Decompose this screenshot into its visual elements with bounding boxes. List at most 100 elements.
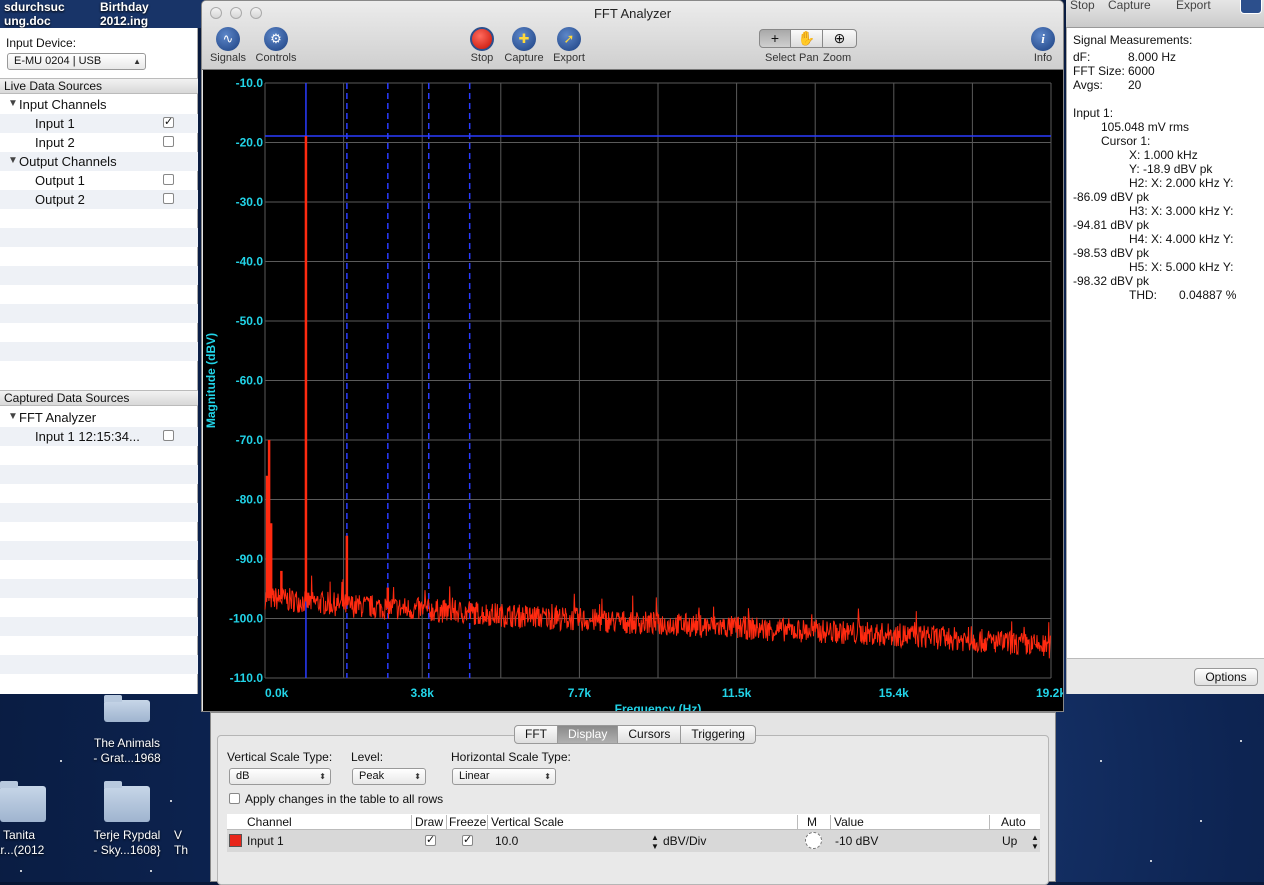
col-value[interactable]: Value bbox=[834, 815, 864, 829]
input-label: Input 1: bbox=[1073, 106, 1114, 120]
zoom-tool-button[interactable]: ⊕ bbox=[823, 29, 857, 48]
col-freeze[interactable]: Freeze bbox=[449, 815, 486, 829]
tab-fft[interactable]: FFT bbox=[514, 725, 558, 744]
value-field[interactable]: -10 dBV bbox=[835, 834, 878, 848]
output-2-checkbox[interactable] bbox=[163, 193, 174, 204]
y-tick-label: -40.0 bbox=[236, 255, 264, 269]
vertical-scale-type-select[interactable]: dB ⬍ bbox=[229, 768, 331, 785]
export-label[interactable]: Export bbox=[1176, 0, 1211, 12]
sliders-icon: ⚙ bbox=[264, 27, 288, 51]
output-1-checkbox[interactable] bbox=[163, 174, 174, 185]
desktop-icon-line: Tanita bbox=[2, 828, 36, 842]
apply-all-rows-checkbox[interactable] bbox=[229, 793, 240, 804]
select-label: Select bbox=[765, 52, 796, 64]
desktop-star bbox=[60, 760, 62, 762]
desktop-file-label[interactable]: sdurchsuc bbox=[4, 0, 65, 14]
input-2-checkbox[interactable] bbox=[163, 136, 174, 147]
captured-item-label: Input 1 12:15:34... bbox=[35, 429, 140, 444]
desktop-icon-label[interactable]: V Th bbox=[174, 828, 214, 858]
drawer-content bbox=[217, 735, 1049, 885]
desktop-file-label[interactable]: Birthday bbox=[100, 0, 149, 14]
list-row[interactable]: ▼ FFT Analyzer bbox=[0, 408, 198, 427]
channel-color-swatch[interactable] bbox=[229, 834, 242, 847]
folder-icon[interactable] bbox=[104, 695, 150, 722]
hand-icon: ✋ bbox=[797, 30, 816, 46]
input-1-checkbox[interactable]: ✓ bbox=[163, 117, 174, 128]
list-row[interactable]: Input 1 ✓ bbox=[0, 114, 198, 133]
empty-row bbox=[0, 541, 198, 560]
col-draw[interactable]: Draw bbox=[415, 815, 443, 829]
col-m[interactable]: M bbox=[807, 815, 817, 829]
disclosure-triangle-icon[interactable]: ▼ bbox=[8, 98, 18, 109]
info-label: Info bbox=[1033, 52, 1053, 64]
tab-display[interactable]: Display bbox=[558, 725, 619, 744]
y-tick-label: -20.0 bbox=[236, 136, 264, 150]
desktop-icon-line: - Grat...1968 bbox=[93, 751, 161, 765]
select-arrows-icon: ⬍ bbox=[544, 772, 551, 781]
info-button[interactable]: i Info bbox=[1013, 27, 1063, 64]
signals-icon[interactable] bbox=[1240, 0, 1262, 14]
empty-row bbox=[0, 484, 198, 503]
df-value: 8.000 Hz bbox=[1128, 50, 1177, 64]
desktop-icon-label[interactable]: Terje Rypdal - Sky...1608} bbox=[82, 828, 172, 858]
fft-chart[interactable]: -10.0 -20.0 -30.0 -40.0 -50.0 -60.0 -70.0 -80.0… bbox=[203, 70, 1064, 712]
horizontal-scale-type-select[interactable]: Linear ⬍ bbox=[452, 768, 556, 785]
table-row[interactable]: Input 1 ✓ ✓ 10.0 ▲ ▼ dBV/Div -10 dBV Up ▲… bbox=[227, 830, 1040, 852]
empty-row bbox=[0, 323, 198, 342]
list-row[interactable]: Input 2 bbox=[0, 133, 198, 152]
df-label: dF: bbox=[1073, 50, 1091, 64]
fft-plot-area[interactable]: -10.0 -20.0 -30.0 -40.0 -50.0 -60.0 -70.0 -80.0… bbox=[203, 70, 1064, 712]
auto-select[interactable]: Up bbox=[1002, 834, 1017, 848]
x-tick-label: 19.2k bbox=[1036, 686, 1064, 700]
empty-row bbox=[0, 465, 198, 484]
col-channel[interactable]: Channel bbox=[247, 815, 292, 829]
x-axis-label: Frequency (Hz) bbox=[615, 702, 702, 712]
stepper-arrows-icon[interactable]: ▲ ▼ bbox=[1031, 833, 1039, 851]
h3-value: -94.81 dBV pk bbox=[1073, 218, 1150, 232]
h5-line: H5: X: 5.000 kHz Y: bbox=[1129, 260, 1234, 274]
output-1-label: Output 1 bbox=[35, 173, 85, 188]
draw-checkbox[interactable]: ✓ bbox=[425, 835, 436, 846]
export-label: Export bbox=[553, 52, 585, 64]
desktop-icon-label[interactable]: Tanita ar...(2012 bbox=[0, 828, 64, 858]
pan-tool-button[interactable]: ✋ bbox=[791, 29, 823, 48]
x-tick-label: 15.4k bbox=[879, 686, 909, 700]
col-vertical-scale[interactable]: Vertical Scale bbox=[491, 815, 564, 829]
vertical-scale-value[interactable]: 10.0 bbox=[495, 834, 518, 848]
empty-row bbox=[0, 304, 198, 323]
y-tick-label: -90.0 bbox=[236, 552, 264, 566]
stepper-arrows-icon[interactable]: ▲ ▼ bbox=[651, 833, 659, 851]
horizontal-scale-type-value: Linear bbox=[459, 770, 490, 782]
list-row[interactable]: Output 2 bbox=[0, 190, 198, 209]
col-auto[interactable]: Auto bbox=[1001, 815, 1026, 829]
h2-line: H2: X: 2.000 kHz Y: bbox=[1129, 176, 1234, 190]
captured-item-checkbox[interactable] bbox=[163, 430, 174, 441]
knob-icon[interactable] bbox=[805, 832, 822, 849]
desktop-icon-label[interactable]: The Animals - Grat...1968 bbox=[82, 736, 172, 766]
folder-icon[interactable] bbox=[0, 781, 46, 822]
window-title: FFT Analyzer bbox=[593, 6, 672, 21]
h5-value: -98.32 dBV pk bbox=[1073, 274, 1150, 288]
y-tick-label: -70.0 bbox=[236, 433, 264, 447]
desktop-file-label[interactable]: 2012.ing bbox=[100, 14, 148, 28]
stop-label[interactable]: Stop bbox=[1070, 0, 1095, 12]
freeze-checkbox[interactable]: ✓ bbox=[462, 835, 473, 846]
capture-label[interactable]: Capture bbox=[1108, 0, 1151, 12]
disclosure-triangle-icon[interactable]: ▼ bbox=[8, 411, 18, 422]
tab-cursors[interactable]: Cursors bbox=[618, 725, 682, 744]
options-button[interactable]: Options bbox=[1194, 668, 1258, 686]
list-row[interactable]: ▼ Output Channels bbox=[0, 152, 198, 171]
tab-triggering[interactable]: Triggering bbox=[681, 725, 756, 744]
list-row[interactable]: Input 1 12:15:34... bbox=[0, 427, 198, 446]
desktop-file-label[interactable]: ung.doc bbox=[4, 14, 51, 28]
drawer-tabs: FFT Display Cursors Triggering bbox=[514, 725, 756, 744]
level-select[interactable]: Peak ⬍ bbox=[352, 768, 426, 785]
select-tool-button[interactable]: + bbox=[759, 29, 791, 48]
controls-button[interactable]: ⚙ Controls bbox=[246, 27, 306, 64]
disclosure-triangle-icon[interactable]: ▼ bbox=[8, 155, 18, 166]
export-button[interactable]: ➚ Export bbox=[539, 27, 599, 64]
input-device-select[interactable]: E-MU 0204 | USB ▲ bbox=[7, 53, 146, 70]
list-row[interactable]: Output 1 bbox=[0, 171, 198, 190]
folder-icon[interactable] bbox=[104, 781, 150, 822]
list-row[interactable]: ▼ Input Channels bbox=[0, 95, 198, 114]
